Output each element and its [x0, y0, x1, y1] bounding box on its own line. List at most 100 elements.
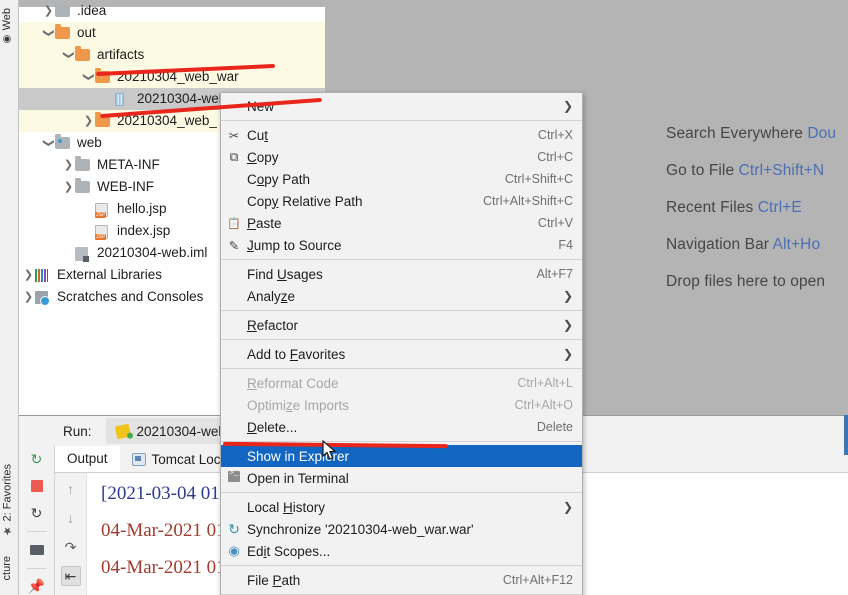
tree-item-icon — [95, 202, 112, 218]
tree-item-icon — [75, 246, 92, 262]
chevron-right-icon[interactable]: ❯ — [62, 176, 75, 198]
console-gutter-toolbar: ↑ ↓ ↷ ⇤ — [55, 473, 87, 595]
paste-icon: 📋 — [227, 218, 241, 230]
tree-item-icon — [55, 2, 72, 19]
menu-item-analyze[interactable]: Analyze ❯ — [221, 285, 582, 307]
menu-item-copy-relative-path[interactable]: Copy Relative Path Ctrl+Alt+Shift+C — [221, 190, 582, 212]
menu-item-label: File Path — [247, 572, 301, 588]
folder-icon — [75, 156, 90, 171]
menu-item-refactor[interactable]: Refactor ❯ — [221, 314, 582, 336]
menu-item-paste[interactable]: 📋 Paste Ctrl+V — [221, 212, 582, 234]
chevron-right-icon: ❯ — [562, 99, 573, 113]
menu-item-optimize-imports[interactable]: Optimize Imports Ctrl+Alt+O — [221, 394, 582, 416]
menu-item-label: Jump to Source — [247, 237, 342, 253]
chevron-right-icon[interactable]: ❯ — [42, 0, 55, 22]
menu-item-label: Local History — [247, 499, 326, 515]
menu-item-label: Copy Path — [247, 171, 311, 187]
menu-item-label: Edit Scopes... — [247, 543, 331, 559]
tree-item-icon — [35, 290, 52, 306]
menu-item-edit-scopes[interactable]: ◉ Edit Scopes... — [221, 540, 582, 562]
context-menu[interactable]: New ❯ ✂ Cut Ctrl+X ⧉ Copy Ctrl+C Copy Path Ctrl+S… — [220, 92, 583, 595]
hint-recent-files: Recent Files Ctrl+E — [666, 198, 802, 216]
tree-spacer: ❯ — [82, 198, 95, 220]
menu-item-label: Open in Terminal — [247, 470, 349, 486]
hint-drop-files: Drop files here to open — [666, 272, 826, 290]
menu-item-synchronize[interactable]: ↻ Synchronize '20210304-web_war.war' — [221, 518, 582, 540]
folder-icon — [55, 24, 70, 39]
iml-file-icon — [75, 246, 89, 262]
tree-row[interactable]: ❯ out — [19, 22, 325, 44]
chevron-right-icon[interactable]: ❯ — [22, 264, 35, 286]
tree-spacer: ❯ — [62, 242, 75, 264]
terminal-icon — [228, 469, 240, 482]
tree-spacer: ❯ — [102, 88, 115, 110]
tool-window-tab-web[interactable]: ◉ Web — [0, 4, 15, 48]
globe-icon: ◉ — [1, 33, 13, 45]
tree-row[interactable]: ❯ 20210304_web_war — [19, 66, 325, 88]
left-tool-window-stripe: ◉ Web ★ 2: Favorites cture — [0, 0, 19, 595]
up-arrow-icon[interactable]: ↑ — [61, 479, 81, 499]
web-folder-icon — [55, 134, 70, 149]
layout-icon[interactable] — [27, 541, 46, 559]
soft-wrap-icon[interactable]: ↷ — [61, 537, 81, 557]
menu-item-find-usages[interactable]: Find Usages Alt+F7 — [221, 263, 582, 285]
menu-item-copy[interactable]: ⧉ Copy Ctrl+C — [221, 146, 582, 168]
menu-item-local-history[interactable]: Local History ❯ — [221, 496, 582, 518]
run-panel-scrollbar[interactable] — [844, 415, 848, 455]
tool-window-tab-web-label: Web — [1, 8, 13, 31]
rerun-icon[interactable]: ↻ — [27, 450, 46, 468]
menu-item-label: Show in Explorer — [247, 448, 350, 464]
menu-item-copy-path[interactable]: Copy Path Ctrl+Shift+C — [221, 168, 582, 190]
tree-item-label: index.jsp — [117, 223, 171, 238]
toolbar-divider — [26, 568, 47, 569]
menu-item-file-path[interactable]: File Path Ctrl+Alt+F12 — [221, 569, 582, 591]
menu-item-label: Add to Favorites — [247, 346, 346, 362]
menu-item-reformat-code[interactable]: Reformat Code Ctrl+Alt+L — [221, 372, 582, 394]
menu-item-icon: ✎ — [221, 238, 247, 253]
tree-row[interactable]: ❯ .idea — [19, 0, 325, 22]
tree-item-icon — [75, 178, 92, 195]
mouse-cursor — [322, 440, 337, 460]
menu-separator — [221, 565, 582, 566]
chevron-right-icon[interactable]: ❯ — [62, 154, 75, 176]
tree-item-label: 20210304_web_war — [117, 69, 239, 84]
tree-item-label: WEB-INF — [97, 179, 154, 194]
menu-item-cut[interactable]: ✂ Cut Ctrl+X — [221, 124, 582, 146]
menu-separator — [221, 441, 582, 442]
run-toolbar: ↻ ↻ 📌 — [19, 446, 55, 595]
menu-item-icon: 📋 — [221, 216, 247, 230]
tree-item-label: out — [77, 25, 96, 40]
menu-item-jump-to-source[interactable]: ✎ Jump to Source F4 — [221, 234, 582, 256]
menu-separator — [221, 339, 582, 340]
tool-window-tab-structure-label: cture — [1, 556, 13, 581]
hint-search-everywhere: Search Everywhere Dou — [666, 124, 837, 142]
pencil-icon: ✎ — [228, 238, 240, 253]
tab-output[interactable]: Output — [55, 446, 120, 472]
tool-window-tab-structure[interactable]: cture — [0, 552, 15, 584]
stop-icon[interactable] — [27, 477, 46, 495]
menu-item-icon: ◉ — [221, 543, 247, 559]
menu-item-label: Find Usages — [247, 266, 323, 282]
menu-item-show-in-explorer[interactable]: Show in Explorer — [221, 445, 582, 467]
menu-item-delete[interactable]: Delete... Delete — [221, 416, 582, 438]
menu-item-icon — [221, 469, 247, 485]
down-arrow-icon[interactable]: ↓ — [61, 508, 81, 528]
tool-window-tab-favorites[interactable]: ★ 2: Favorites — [0, 460, 16, 541]
restart-icon[interactable]: ↻ — [27, 504, 46, 522]
chevron-right-icon[interactable]: ❯ — [82, 110, 95, 132]
tree-item-label: Scratches and Consoles — [57, 289, 204, 304]
menu-item-open-in-terminal[interactable]: Open in Terminal — [221, 467, 582, 489]
tree-row[interactable]: ❯ artifacts — [19, 44, 325, 66]
pin-icon[interactable]: 📌 — [27, 578, 46, 595]
hint-shortcut: Ctrl+Shift+N — [738, 161, 825, 179]
tree-item-label: External Libraries — [57, 267, 163, 282]
menu-item-label: Refactor — [247, 317, 299, 333]
chevron-right-icon[interactable]: ❯ — [22, 286, 35, 308]
chevron-right-icon: ❯ — [562, 500, 573, 514]
scroll-to-end-icon[interactable]: ⇤ — [60, 566, 81, 586]
chevron-right-icon: ❯ — [562, 347, 573, 361]
menu-item-new[interactable]: New ❯ — [221, 95, 582, 117]
hint-shortcut: Dou — [807, 124, 837, 142]
star-icon: ★ — [2, 524, 14, 538]
menu-item-add-to-favorites[interactable]: Add to Favorites ❯ — [221, 343, 582, 365]
